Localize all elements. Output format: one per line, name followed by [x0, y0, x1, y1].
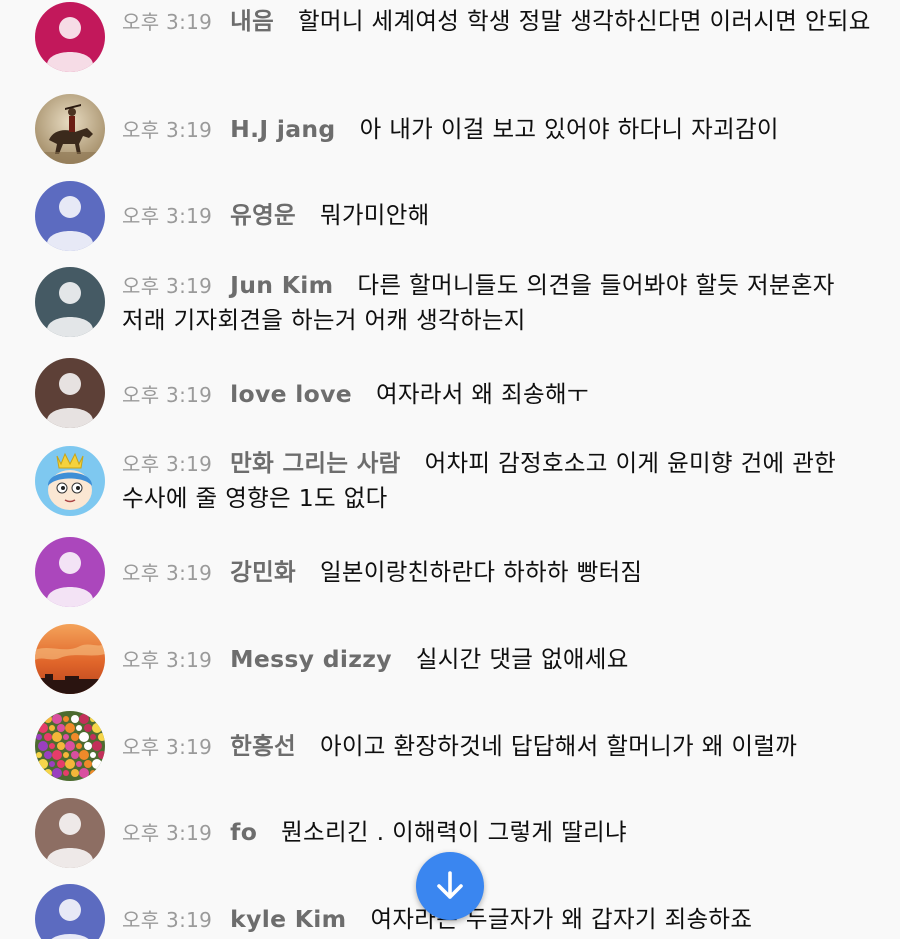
message-text: 할머니 세계여성 학생 정말 생각하신다면 이러시면 안되요 [298, 7, 871, 35]
default-avatar-person-icon[interactable] [35, 798, 105, 868]
avatar[interactable] [35, 94, 105, 164]
message-timestamp: 오후 3:19 [122, 735, 213, 759]
avatar[interactable] [35, 624, 105, 694]
author-name[interactable]: love love [230, 380, 352, 408]
message-text: 뭐가미안해 [319, 201, 430, 229]
default-avatar-person-icon[interactable] [35, 2, 105, 72]
message-timestamp: 오후 3:19 [122, 118, 213, 142]
message-body: 오후 3:19 유영운 뭐가미안해 [122, 198, 872, 233]
message-text: 일본이랑친하란다 하하하 빵터짐 [319, 558, 643, 586]
message-timestamp: 오후 3:19 [122, 274, 213, 298]
author-name[interactable]: 강민화 [230, 558, 296, 586]
message-text: 실시간 댓글 없애세요 [415, 645, 629, 673]
message-timestamp: 오후 3:19 [122, 648, 213, 672]
author-name[interactable]: 한홍선 [230, 732, 296, 760]
message-body: 오후 3:19 내음 할머니 세계여성 학생 정말 생각하신다면 이러시면 안되요 [122, 4, 872, 39]
message-timestamp: 오후 3:19 [122, 204, 213, 228]
live-chat-feed[interactable]: 오후 3:19 내음 할머니 세계여성 학생 정말 생각하신다면 이러시면 안되요 … [0, 0, 900, 939]
message-body: 오후 3:19 kyle Kim 여자라는 두글자가 왜 갑자기 죄송하죠 [122, 902, 872, 937]
avatar[interactable] [35, 711, 105, 781]
author-name[interactable]: Jun Kim [230, 271, 333, 299]
author-name[interactable]: Messy dizzy [230, 645, 392, 673]
author-name[interactable]: 만화 그리는 사람 [230, 449, 400, 477]
message-body: 오후 3:19 Jun Kim 다른 할머니들도 의견을 들어봐야 할듯 저분혼자 … [122, 268, 872, 337]
message-body: 오후 3:19 fo 뭔소리긴 . 이해력이 그렇게 딸리냐 [122, 815, 872, 850]
message-timestamp: 오후 3:19 [122, 561, 213, 585]
default-avatar-person-icon[interactable] [35, 537, 105, 607]
message-text: 아이고 환장하것네 답답해서 할머니가 왜 이럴까 [319, 732, 798, 760]
default-avatar-person-icon[interactable] [35, 884, 105, 939]
message-text: 뭔소리긴 . 이해력이 그렇게 딸리냐 [281, 818, 627, 846]
message-text: 여자라서 왜 죄송해ㅜ [375, 380, 589, 408]
scroll-to-latest-button[interactable] [416, 852, 484, 920]
message-text: 아 내가 이걸 보고 있어야 하다니 자괴감이 [359, 115, 779, 143]
message-timestamp: 오후 3:19 [122, 10, 213, 34]
message-body: 오후 3:19 한홍선 아이고 환장하것네 답답해서 할머니가 왜 이럴까 [122, 729, 872, 764]
message-timestamp: 오후 3:19 [122, 821, 213, 845]
author-name[interactable]: kyle Kim [230, 905, 346, 933]
message-body: 오후 3:19 love love 여자라서 왜 죄송해ㅜ [122, 377, 872, 412]
message-body: 오후 3:19 Messy dizzy 실시간 댓글 없애세요 [122, 642, 872, 677]
message-body: 오후 3:19 만화 그리는 사람 어차피 감정호소고 이게 윤미향 건에 관한 수… [122, 446, 872, 515]
message-text: 다른 할머니들도 의견을 들어봐야 할듯 저분혼자 저래 기자회견을 하는거 어… [122, 271, 835, 334]
default-avatar-person-icon[interactable] [35, 181, 105, 251]
message-body: 오후 3:19 H.J jang 아 내가 이걸 보고 있어야 하다니 자괴감이 [122, 112, 872, 147]
avatar[interactable] [35, 446, 105, 516]
author-name[interactable]: H.J jang [230, 115, 335, 143]
message-timestamp: 오후 3:19 [122, 452, 213, 476]
author-name[interactable]: 유영운 [230, 201, 296, 229]
message-timestamp: 오후 3:19 [122, 908, 213, 932]
author-name[interactable]: 내음 [230, 7, 274, 35]
message-timestamp: 오후 3:19 [122, 383, 213, 407]
arrow-down-icon [437, 871, 463, 899]
default-avatar-person-icon[interactable] [35, 267, 105, 337]
default-avatar-person-icon[interactable] [35, 358, 105, 428]
message-body: 오후 3:19 강민화 일본이랑친하란다 하하하 빵터짐 [122, 555, 872, 590]
author-name[interactable]: fo [230, 818, 257, 846]
